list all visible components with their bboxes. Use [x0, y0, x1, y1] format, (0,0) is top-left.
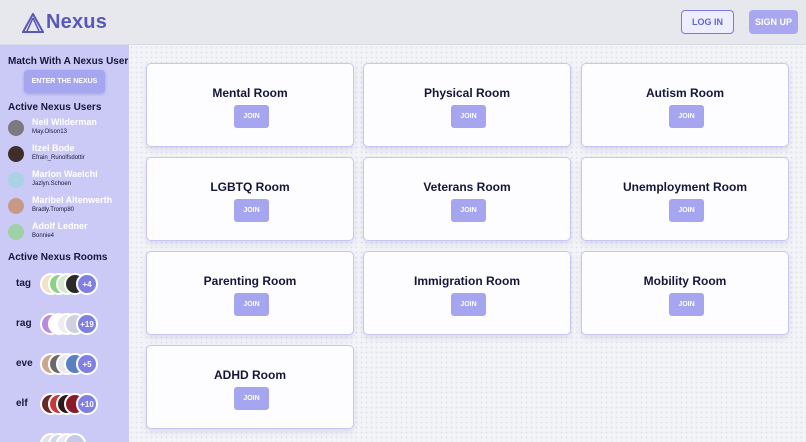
join-button[interactable]: JOIN	[669, 293, 704, 316]
user-username: May.Olson13	[32, 129, 67, 135]
triangle-logo-icon	[22, 12, 44, 33]
top-header: Nexus LOG IN SIGN UP	[0, 0, 806, 45]
room-card: Autism Room JOIN	[581, 63, 789, 147]
user-username: Efrain_Runolfsdottir	[32, 155, 85, 161]
member-avatar	[64, 433, 86, 442]
room-title: Mental Room	[212, 86, 288, 100]
more-members-badge: +4	[76, 273, 98, 295]
user-avatar	[8, 224, 24, 240]
signup-button[interactable]: SIGN UP	[749, 10, 798, 34]
join-button[interactable]: JOIN	[234, 293, 269, 316]
user-avatar	[8, 172, 24, 188]
active-room-item[interactable]: elf +10	[8, 391, 128, 417]
room-title: Autism Room	[646, 86, 724, 100]
room-title: Unemployment Room	[622, 180, 747, 194]
user-name: Itzel Bode	[32, 143, 75, 153]
room-tag: rag	[16, 318, 32, 329]
match-heading: Match With A Nexus User	[8, 56, 129, 67]
join-button[interactable]: JOIN	[234, 199, 269, 222]
login-button[interactable]: LOG IN	[681, 10, 734, 34]
user-avatar	[8, 120, 24, 136]
active-room-item[interactable]: eve +5	[8, 351, 128, 377]
active-room-item[interactable]: rag +19	[8, 311, 128, 337]
join-button[interactable]: JOIN	[451, 293, 486, 316]
enter-nexus-button[interactable]: ENTER THE NEXUS	[24, 70, 105, 93]
room-tag: elf	[16, 398, 28, 409]
join-button[interactable]: JOIN	[451, 105, 486, 128]
user-username: Bradly.Tromp80	[32, 207, 75, 213]
logo-text: Nexus	[46, 11, 108, 33]
active-user-item[interactable]: Itzel Bode Efrain_Runolfsdottir	[8, 143, 128, 167]
more-members-badge: +5	[76, 353, 98, 375]
user-name: Marlon Waelchi	[32, 169, 98, 179]
active-user-item[interactable]: Adolf Ledner Bonnie4	[8, 221, 128, 245]
user-avatar	[8, 146, 24, 162]
join-button[interactable]: JOIN	[234, 105, 269, 128]
user-username: Jazlyn.Schoen	[32, 181, 72, 187]
active-users-heading: Active Nexus Users	[8, 102, 102, 113]
room-tag: eve	[16, 358, 33, 369]
more-members-badge: +19	[76, 313, 98, 335]
room-card: Parenting Room JOIN	[146, 251, 354, 335]
join-button[interactable]: JOIN	[234, 387, 269, 410]
room-title: Physical Room	[423, 86, 511, 100]
room-card: ADHD Room JOIN	[146, 345, 354, 429]
room-title: ADHD Room	[214, 368, 286, 382]
active-room-item[interactable]: tag +4	[8, 271, 128, 297]
room-card: Physical Room JOIN	[363, 63, 571, 147]
room-card: Mobility Room JOIN	[581, 251, 789, 335]
join-button[interactable]: JOIN	[669, 199, 704, 222]
room-title: LGBTQ Room	[210, 180, 290, 194]
nexus-logo[interactable]: Nexus	[22, 11, 107, 34]
room-card: Immigration Room JOIN	[363, 251, 571, 335]
user-name: Neil Wilderman	[32, 117, 97, 127]
room-card: LGBTQ Room JOIN	[146, 157, 354, 241]
room-title: Parenting Room	[203, 274, 297, 288]
sidebar: Match With A Nexus User ENTER THE NEXUS …	[0, 45, 129, 442]
room-title: Mobility Room	[643, 274, 727, 288]
join-button[interactable]: JOIN	[451, 199, 486, 222]
active-rooms-heading: Active Nexus Rooms	[8, 252, 108, 263]
active-user-item[interactable]: Neil Wilderman May.Olson13	[8, 117, 128, 141]
room-card: Unemployment Room JOIN	[581, 157, 789, 241]
room-card: Veterans Room JOIN	[363, 157, 571, 241]
room-card: Mental Room JOIN	[146, 63, 354, 147]
user-username: Bonnie4	[32, 233, 55, 239]
join-button[interactable]: JOIN	[669, 105, 704, 128]
room-grid: Mental Room JOIN Physical Room JOIN Autism R…	[129, 45, 806, 442]
active-user-item[interactable]: Maribel Altenwerth Bradly.Tromp80	[8, 195, 128, 219]
active-room-item[interactable]	[8, 431, 128, 442]
active-user-item[interactable]: Marlon Waelchi Jazlyn.Schoen	[8, 169, 128, 193]
user-name: Maribel Altenwerth	[32, 195, 113, 205]
room-tag: tag	[16, 278, 31, 289]
more-members-badge: +10	[76, 393, 98, 415]
user-name: Adolf Ledner	[32, 221, 88, 231]
room-title: Veterans Room	[423, 180, 511, 194]
room-title: Immigration Room	[413, 274, 520, 288]
user-avatar	[8, 198, 24, 214]
